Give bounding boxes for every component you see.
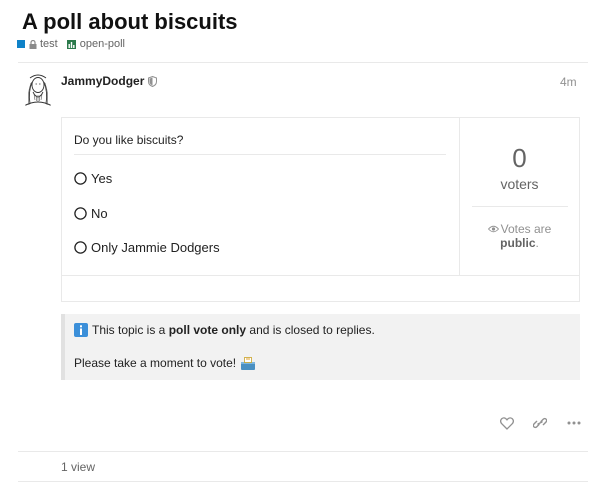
category-name: test xyxy=(40,38,58,50)
notice-text-before: This topic is a xyxy=(92,323,166,337)
radio-empty-icon xyxy=(74,172,87,185)
voter-label: voters xyxy=(500,176,539,192)
like-button[interactable] xyxy=(499,416,515,430)
post-footer-divider xyxy=(18,451,588,452)
topic-title[interactable]: A poll about biscuits xyxy=(22,9,238,35)
ellipsis-icon xyxy=(567,421,581,425)
heart-icon xyxy=(500,416,514,430)
poll-container: Do you like biscuits? Yes No Only Jammie… xyxy=(61,117,580,276)
public-suffix: . xyxy=(535,236,539,250)
poll-only-notice: This topic is a poll vote only and is cl… xyxy=(61,314,580,380)
eye-icon xyxy=(487,225,499,233)
votes-public-note: Votes are public. xyxy=(460,222,579,250)
poll-option-label: Yes xyxy=(91,171,113,186)
notice-line-2: Please take a moment to vote! xyxy=(74,356,256,370)
poll-option-yes[interactable]: Yes xyxy=(74,171,112,186)
poll-option-label: No xyxy=(91,206,108,221)
shield-icon xyxy=(148,75,158,87)
poll-info-divider xyxy=(472,206,568,207)
lock-icon xyxy=(29,39,37,49)
poll-option-label: Only Jammie Dodgers xyxy=(91,240,220,255)
public-prefix: Votes are xyxy=(500,222,552,236)
more-actions-button[interactable] xyxy=(566,416,582,430)
poll-question-divider xyxy=(74,154,446,155)
info-icon xyxy=(74,323,88,337)
username-text: JammyDodger xyxy=(61,74,145,88)
avatar[interactable] xyxy=(18,70,58,110)
bar-chart-icon xyxy=(66,39,76,49)
ballot-box-icon xyxy=(241,356,256,370)
topic-tags: test open-poll xyxy=(17,38,125,50)
radio-empty-icon xyxy=(74,241,87,254)
poll-option-jammie-dodgers[interactable]: Only Jammie Dodgers xyxy=(74,240,220,255)
poll-question: Do you like biscuits? xyxy=(74,133,184,147)
link-icon xyxy=(533,417,547,429)
radio-empty-icon xyxy=(74,207,87,220)
poll-info-panel: 0 voters Votes are public. xyxy=(459,118,580,275)
notice-text-after: and is closed to replies. xyxy=(249,323,375,337)
tag-name: open-poll xyxy=(79,38,125,50)
poll-buttons-bar xyxy=(61,276,580,302)
category-badge[interactable]: test xyxy=(17,38,58,50)
bottom-divider xyxy=(18,481,588,482)
post-username[interactable]: JammyDodger xyxy=(61,74,158,88)
tag-open-poll[interactable]: open-poll xyxy=(66,38,125,50)
notice-text-bold: poll vote only xyxy=(168,323,247,337)
post-time[interactable]: 4m xyxy=(560,75,577,89)
poll-option-no[interactable]: No xyxy=(74,206,108,221)
avatar-portrait-icon xyxy=(18,70,58,110)
share-link-button[interactable] xyxy=(532,416,548,430)
notice-vote-prompt: Please take a moment to vote! xyxy=(74,356,237,370)
public-bold: public xyxy=(500,236,536,250)
voter-count: 0 xyxy=(512,143,527,173)
category-color-square xyxy=(17,40,25,48)
view-count: 1 view xyxy=(61,460,96,474)
notice-line-1: This topic is a poll vote only and is cl… xyxy=(74,323,375,337)
header-divider xyxy=(18,62,588,63)
